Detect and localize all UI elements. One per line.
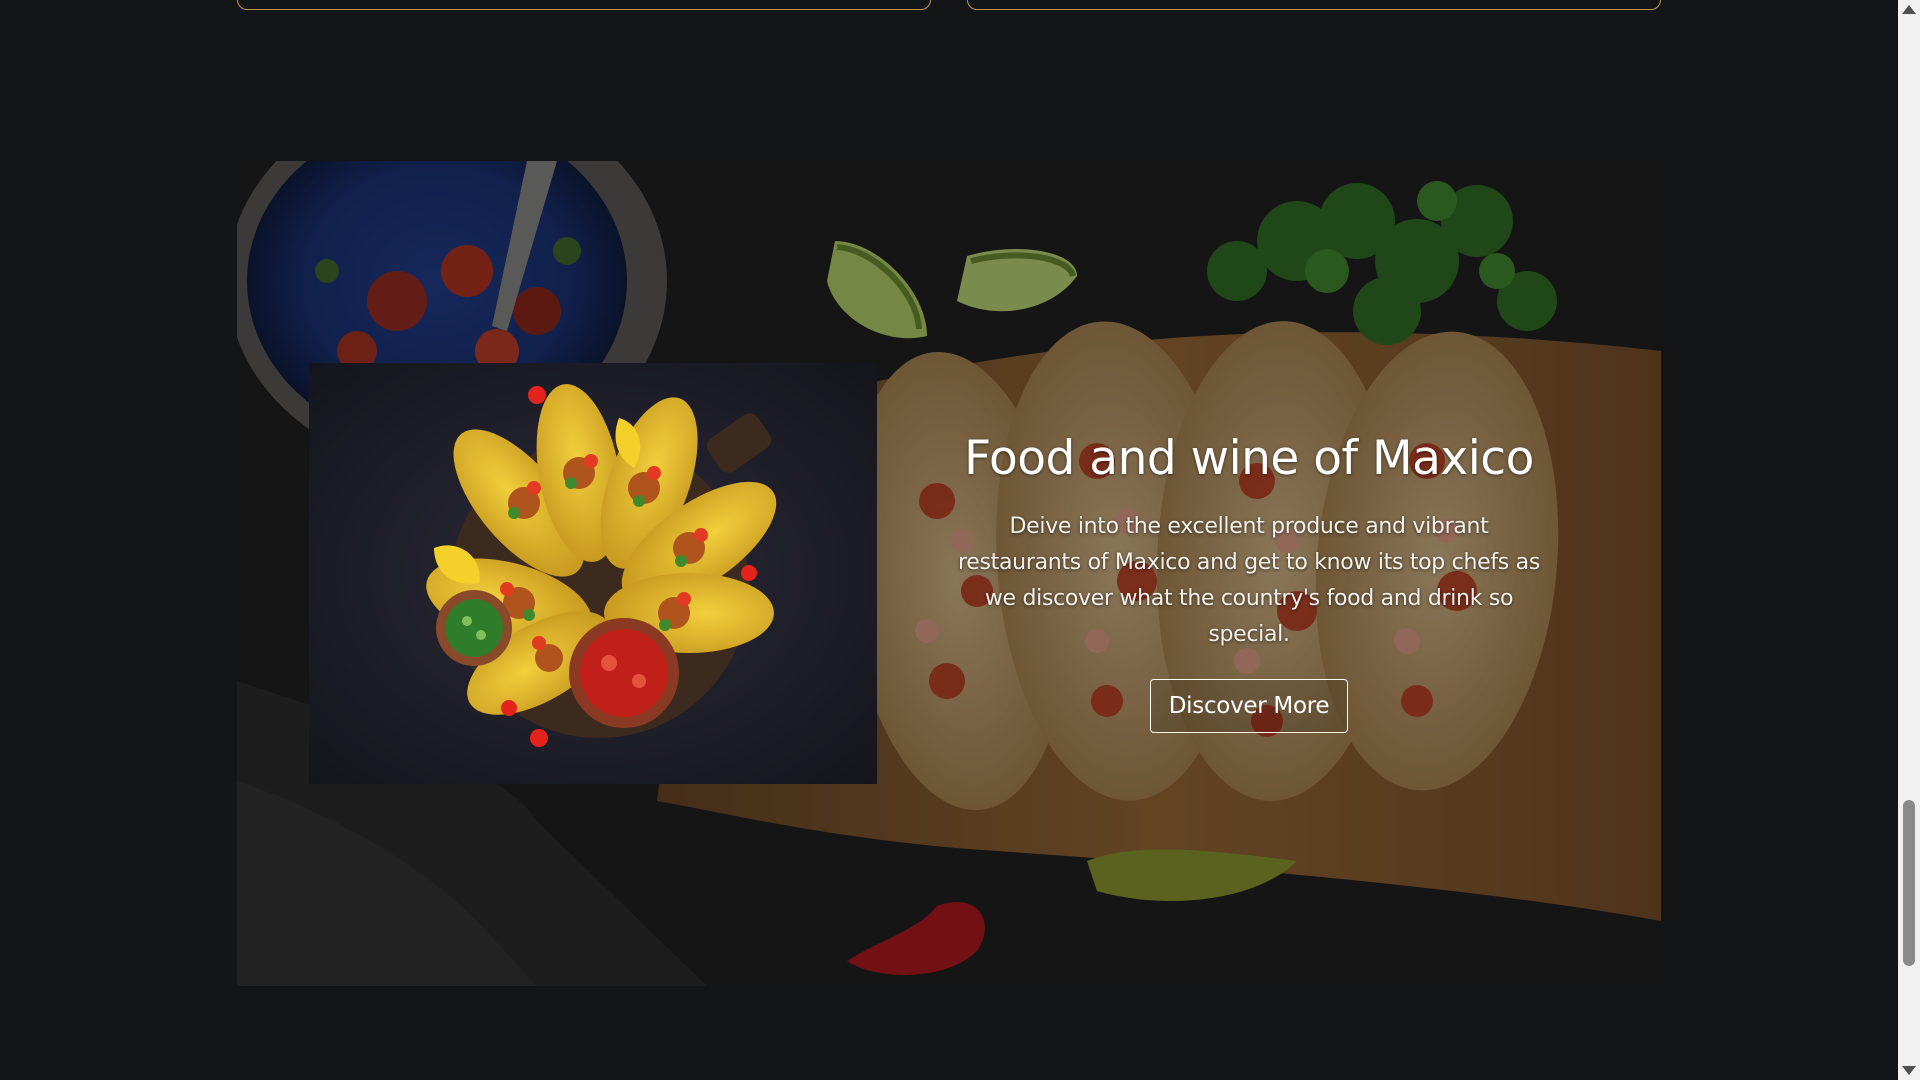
inset-food-image [309, 363, 877, 784]
discover-more-button[interactable]: Discover More [1149, 679, 1349, 734]
hero-description: Deive into the excellent produce and vib… [958, 514, 1540, 648]
vertical-scrollbar[interactable] [1898, 0, 1920, 1080]
hero-title: Food and wine of Maxico [964, 431, 1534, 486]
scrollbar-thumb[interactable] [1903, 800, 1915, 966]
tacos-platter-illustration [309, 363, 877, 784]
hero-text-block: Food and wine of Maxico Deive into the e… [957, 431, 1541, 734]
hero-banner: Food and wine of Maxico Deive into the e… [237, 161, 1661, 986]
page: Food and wine of Maxico Deive into the e… [0, 0, 1920, 1080]
scroll-down-arrow-icon[interactable] [1902, 1066, 1916, 1075]
top-card-left [237, 0, 931, 10]
top-card-right [967, 0, 1661, 10]
scroll-up-arrow-icon[interactable] [1902, 5, 1916, 14]
